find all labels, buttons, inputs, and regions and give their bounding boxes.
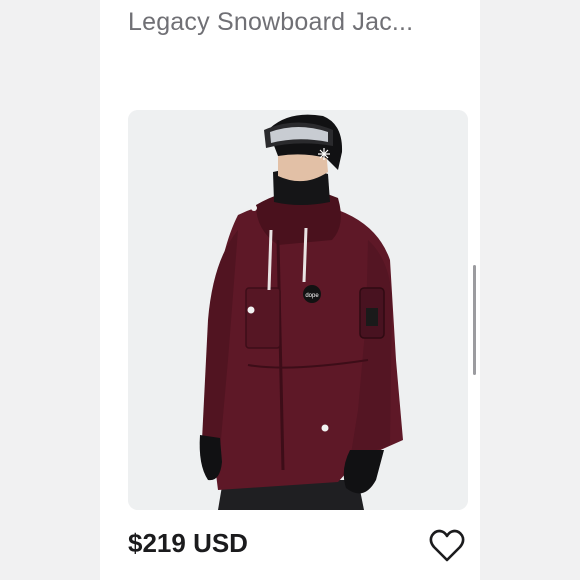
left-background (0, 0, 100, 580)
listing-card: Legacy Snowboard Jac... dope $219 USD (100, 0, 480, 580)
brand-patch: dope (305, 293, 319, 299)
right-background (480, 0, 580, 580)
listing-title[interactable]: Legacy Snowboard Jac... (128, 8, 468, 37)
favorite-button[interactable] (428, 528, 466, 564)
heart-outline-icon (429, 529, 465, 562)
scrollbar[interactable] (473, 265, 476, 375)
product-image[interactable]: dope (128, 110, 468, 510)
price-label: $219 USD (128, 528, 248, 558)
